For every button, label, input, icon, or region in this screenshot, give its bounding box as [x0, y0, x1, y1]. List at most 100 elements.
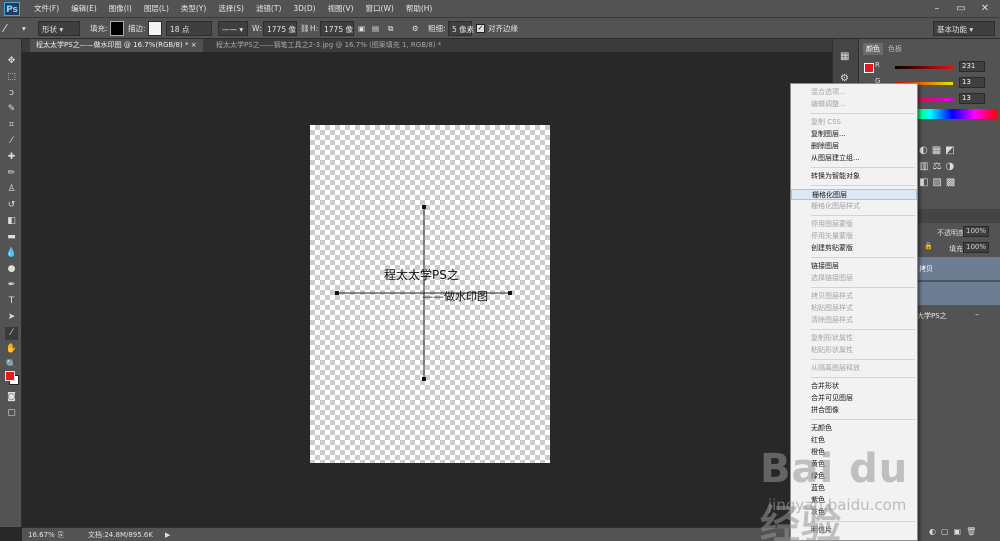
adjustments-icons-row2[interactable]: ▥⚖◑: [919, 161, 958, 172]
ctx-merge-visible[interactable]: 合并可见图层: [791, 393, 917, 404]
ctx-color-red[interactable]: 红色: [791, 435, 917, 446]
tab-color[interactable]: 颜色: [863, 43, 883, 55]
ctx-color-orange[interactable]: 橙色: [791, 447, 917, 458]
link-icon[interactable]: ⛓: [300, 21, 310, 36]
gradient-tool-icon[interactable]: ▬: [5, 231, 18, 244]
fill-swatch[interactable]: [110, 21, 124, 36]
r-value-field[interactable]: 231: [959, 61, 985, 72]
ctx-blending-options[interactable]: 混合选项...: [791, 87, 917, 98]
ctx-clear-layer-style[interactable]: 清除图层样式: [791, 315, 917, 326]
close-icon[interactable]: ✕: [974, 0, 996, 18]
height-field[interactable]: 1775 像: [320, 21, 354, 36]
path-operations-icon[interactable]: ▣: [358, 21, 365, 36]
screen-mode-icon[interactable]: ▢: [5, 407, 18, 420]
ctx-color-green[interactable]: 绿色: [791, 471, 917, 482]
type-tool-icon[interactable]: T: [5, 295, 18, 308]
ctx-copy-shape-attributes[interactable]: 复制形状属性: [791, 333, 917, 344]
lock-icon[interactable]: 🔒: [924, 242, 933, 250]
status-menu-arrow-icon[interactable]: ▶: [165, 529, 170, 541]
ctx-copy-layer-style[interactable]: 拷贝图层样式: [791, 291, 917, 302]
ctx-copy-css[interactable]: 复制 CSS: [791, 117, 917, 128]
g-value-field[interactable]: 13: [959, 77, 985, 88]
anchor-top[interactable]: [422, 205, 426, 209]
anchor-bottom[interactable]: [422, 377, 426, 381]
zoom-level[interactable]: 16.67%: [28, 529, 55, 541]
ctx-convert-smart-object[interactable]: 转换为智能对象: [791, 171, 917, 182]
ctx-postcard[interactable]: 明信片: [791, 525, 917, 536]
workspace-select[interactable]: 基本功能 ▾: [933, 21, 995, 36]
fill-field[interactable]: 100%: [963, 242, 989, 253]
stroke-type-select[interactable]: —— ▾: [218, 21, 248, 36]
minimize-icon[interactable]: –: [926, 0, 948, 18]
move-tool-icon[interactable]: ✥: [5, 55, 18, 68]
ctx-color-none[interactable]: 无颜色: [791, 423, 917, 434]
tab-inactive-document[interactable]: 程太太学PS之——钢笔工具之2-3.jpg @ 16.7% (图案填充 1, R…: [210, 39, 447, 52]
anchor-right[interactable]: [508, 291, 512, 295]
path-arrangement-icon[interactable]: ⧉: [388, 21, 393, 36]
tab-active-document[interactable]: 程太太学PS之——做水印图 @ 16.7%(RGB/8) * ×: [30, 39, 203, 52]
color-panel-fg-swatch[interactable]: [864, 63, 874, 73]
ctx-group-from-layers[interactable]: 从图层建立组...: [791, 153, 917, 164]
r-slider[interactable]: [895, 66, 953, 69]
history-brush-tool-icon[interactable]: ↺: [5, 199, 18, 212]
ctx-color-gray[interactable]: 灰色: [791, 507, 917, 518]
ctx-edit-adjustment[interactable]: 编辑调整...: [791, 99, 917, 110]
layers-footer-icons[interactable]: ◐▢▣🗑: [929, 527, 981, 536]
ctx-paste-shape-attributes[interactable]: 粘贴形状属性: [791, 345, 917, 356]
width-field[interactable]: 1775 像: [263, 21, 297, 36]
quick-mask-icon[interactable]: ◙: [5, 391, 18, 404]
menu-view[interactable]: 视图(V): [322, 0, 360, 18]
ctx-link-layers[interactable]: 链接图层: [791, 261, 917, 272]
foreground-color-swatch[interactable]: [5, 371, 15, 381]
ctx-release-from-isolation[interactable]: 从隔离图层释放: [791, 363, 917, 374]
tab-close-icon[interactable]: ×: [191, 41, 197, 49]
ctx-color-yellow[interactable]: 黄色: [791, 459, 917, 470]
align-edges-checkbox[interactable]: ✓: [476, 24, 485, 33]
ctx-create-clipping-mask[interactable]: 创建剪贴蒙版: [791, 243, 917, 254]
eraser-tool-icon[interactable]: ◧: [5, 215, 18, 228]
brush-tool-icon[interactable]: ✏: [5, 167, 18, 180]
history-panel-icon[interactable]: ▦: [840, 51, 849, 62]
ctx-flatten-image[interactable]: 拼合图像: [791, 405, 917, 416]
adjustments-icons-row1[interactable]: ◐▦◩: [919, 145, 959, 156]
marquee-tool-icon[interactable]: ⬚: [5, 71, 18, 84]
canvas[interactable]: 程太太学PS之 ——做水印图: [310, 125, 550, 463]
opacity-field[interactable]: 100%: [963, 226, 989, 237]
menu-3d[interactable]: 3D(D): [287, 0, 321, 18]
ctx-delete-layer[interactable]: 删除图层: [791, 141, 917, 152]
line-tool-active-icon[interactable]: ⁄: [5, 327, 18, 340]
menu-select[interactable]: 选择(S): [212, 0, 250, 18]
mode-select[interactable]: 形状 ▾: [38, 21, 80, 36]
menu-file[interactable]: 文件(F): [28, 0, 65, 18]
adjustments-icons-row3[interactable]: ◧▨▩: [919, 177, 959, 188]
menu-type[interactable]: 类型(Y): [175, 0, 212, 18]
layer-options-icon[interactable]: –: [975, 310, 979, 319]
anchor-left[interactable]: [335, 291, 339, 295]
ctx-select-linked-layers[interactable]: 选择链接图层: [791, 273, 917, 284]
stroke-size-field[interactable]: 18 点: [166, 21, 212, 36]
layer-text-name[interactable]: 大学PS之: [917, 311, 947, 321]
ctx-color-blue[interactable]: 蓝色: [791, 483, 917, 494]
ctx-color-violet[interactable]: 紫色: [791, 495, 917, 506]
b-value-field[interactable]: 13: [959, 93, 985, 104]
dodge-tool-icon[interactable]: ●: [5, 263, 18, 276]
clone-stamp-tool-icon[interactable]: ♙: [5, 183, 18, 196]
maximize-icon[interactable]: ▭: [950, 0, 972, 18]
menu-window[interactable]: 窗口(W): [360, 0, 400, 18]
line-tool-icon[interactable]: ⁄: [4, 21, 6, 36]
ctx-disable-vector-mask[interactable]: 停用矢量蒙版: [791, 231, 917, 242]
menu-help[interactable]: 帮助(H): [400, 0, 439, 18]
path-selection-tool-icon[interactable]: ➤: [5, 311, 18, 324]
weight-field[interactable]: 5 像素: [448, 21, 474, 36]
ctx-duplicate-layer[interactable]: 复制图层...: [791, 129, 917, 140]
blur-tool-icon[interactable]: 💧: [5, 247, 18, 260]
pen-tool-icon[interactable]: ✒: [5, 279, 18, 292]
healing-brush-tool-icon[interactable]: ✚: [5, 151, 18, 164]
stroke-swatch[interactable]: [148, 21, 162, 36]
ctx-merge-shapes[interactable]: 合并形状: [791, 381, 917, 392]
lasso-tool-icon[interactable]: ↄ: [5, 87, 18, 100]
path-alignment-icon[interactable]: ▤: [372, 21, 379, 36]
tab-swatches[interactable]: 色板: [885, 43, 905, 55]
menu-image[interactable]: 图像(I): [103, 0, 138, 18]
menu-filter[interactable]: 滤镜(T): [250, 0, 287, 18]
